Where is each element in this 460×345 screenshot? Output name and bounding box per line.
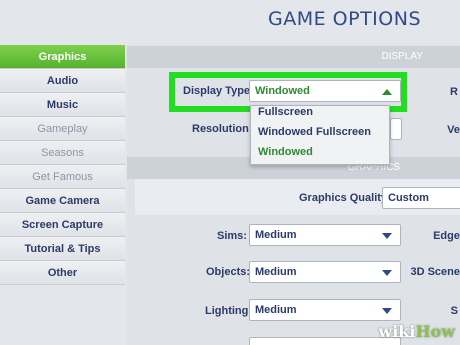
display-type-dropdown[interactable]: Windowed [249,80,401,102]
sidebar-item-game-camera[interactable]: Game Camera [0,189,125,213]
sims-value: Medium [255,229,297,241]
option-windowed[interactable]: Windowed [251,142,389,162]
right-cut-label-1: R [450,86,458,98]
options-sidebar: Graphics Audio Music Gameplay Seasons Ge… [0,45,125,285]
caret-up-icon [382,89,392,95]
objects-dropdown[interactable]: Medium [249,261,401,283]
sidebar-item-tutorial-tips[interactable]: Tutorial & Tips [0,237,125,261]
sidebar-item-graphics[interactable]: Graphics [0,45,125,69]
objects-value: Medium [255,266,297,278]
sidebar-item-audio[interactable]: Audio [0,69,125,93]
wikihow-watermark: wikiHow [378,322,455,341]
right-cut-label-2: Ve [447,124,460,136]
display-section-header: DISPLAY [127,46,460,68]
lighting-label: Lighting: [205,305,253,317]
right-cut-label-s: S [450,305,458,317]
lighting-value: Medium [255,304,297,316]
caret-down-icon [382,233,392,239]
option-windowed-fullscreen[interactable]: Windowed Fullscreen [251,122,389,142]
graphics-quality-value: Custom [388,192,429,204]
objects-label: Objects: [206,266,251,278]
sidebar-item-music[interactable]: Music [0,93,125,117]
display-type-value: Windowed [255,85,310,97]
lighting-dropdown[interactable]: Medium [249,299,401,321]
graphics-quality-dropdown[interactable]: Custom [382,187,460,209]
sidebar-item-get-famous[interactable]: Get Famous [0,165,125,189]
sidebar-item-screen-capture[interactable]: Screen Capture [0,213,125,237]
edge-label: Edge [433,230,460,242]
3d-scene-label: 3D Scene [410,266,460,278]
page-title: GAME OPTIONS [268,8,422,30]
caret-down-icon [382,270,392,276]
resolution-label: Resolution: [192,123,253,135]
sims-label: Sims: [217,230,247,242]
caret-down-icon [382,308,392,314]
sims-dropdown[interactable]: Medium [249,224,401,246]
display-type-options: Fullscreen Windowed Fullscreen Windowed [250,105,390,165]
graphics-quality-label: Graphics Quality: [299,192,391,204]
option-fullscreen[interactable]: Fullscreen [251,106,389,122]
sidebar-item-other[interactable]: Other [0,261,125,285]
sidebar-item-seasons[interactable]: Seasons [0,141,125,165]
sidebar-item-gameplay[interactable]: Gameplay [0,117,125,141]
resolution-dropdown[interactable] [390,118,402,140]
